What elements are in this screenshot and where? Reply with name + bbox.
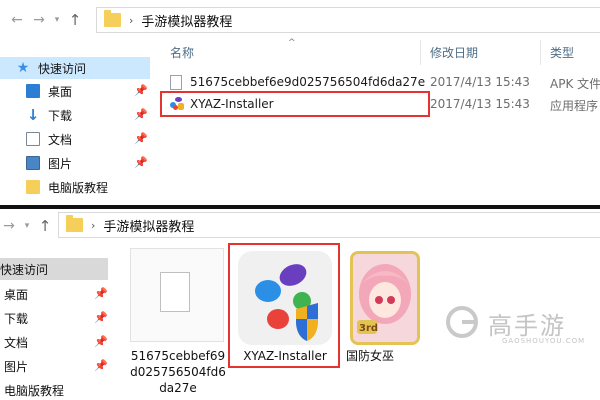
pin-icon[interactable]: 📌	[94, 287, 108, 300]
pin-icon[interactable]: 📌	[94, 335, 108, 348]
sidebar-item-desktop[interactable]: 桌面	[4, 283, 28, 305]
top-address-bar: ← → ▾ ↑ › 手游模拟器教程	[0, 0, 600, 40]
sidebar-item-label: 快速访问	[38, 61, 87, 76]
sidebar-item-label: 图片	[4, 359, 29, 374]
sidebar-item-label: 桌面	[4, 287, 29, 302]
document-icon	[26, 132, 40, 146]
pin-icon[interactable]: 📌	[134, 156, 148, 169]
column-divider[interactable]	[540, 40, 541, 65]
sidebar-item-pc-tutorial[interactable]: 电脑版教程	[26, 176, 108, 198]
bottom-address-bar: → ▾ ↑ › 手游模拟器教程	[0, 209, 600, 243]
sidebar-item-label: 下载	[48, 108, 73, 123]
game-app-icon[interactable]: 3rd	[350, 251, 420, 345]
sidebar-item-label: 桌面	[48, 84, 73, 99]
sidebar-item-label: 图片	[48, 156, 73, 171]
breadcrumb[interactable]: 手游模拟器教程	[141, 11, 232, 30]
column-divider[interactable]	[420, 40, 421, 65]
up-arrow-icon[interactable]: ↑	[34, 215, 56, 237]
highlight-box	[228, 243, 340, 368]
folder-icon	[104, 10, 121, 27]
sidebar-item-pc-tutorial[interactable]: 电脑版教程	[4, 379, 64, 400]
address-field[interactable]: › 手游模拟器教程	[96, 7, 600, 33]
breadcrumb[interactable]: 手游模拟器教程	[103, 216, 194, 235]
watermark-url: GAOSHOUYOU.COM	[502, 337, 586, 345]
forward-arrow-icon[interactable]: →	[28, 9, 50, 31]
tile-caption[interactable]: 51675cebbef69d025756504fd6da27e	[128, 348, 228, 396]
breadcrumb-separator-icon: ›	[91, 218, 96, 232]
sidebar-item-label: 电脑版教程	[48, 180, 109, 195]
watermark-brand: 高手游	[488, 312, 566, 340]
file-icon	[170, 74, 182, 90]
folder-icon	[26, 180, 40, 194]
sidebar-item-pictures[interactable]: 图片	[26, 152, 72, 174]
column-header-name[interactable]: 名称	[170, 44, 194, 61]
recent-locations-icon[interactable]: ▾	[20, 215, 34, 237]
sidebar-item-downloads[interactable]: 下载	[4, 307, 28, 329]
file-type: APK 文件	[550, 77, 600, 91]
sidebar-item-label: 文档	[4, 335, 29, 350]
up-arrow-icon[interactable]: ↑	[64, 9, 86, 31]
blank-file-icon	[160, 272, 190, 312]
pin-icon[interactable]: 📌	[94, 359, 108, 372]
file-type: 应用程序	[550, 99, 599, 113]
anime-character-icon: 3rd	[353, 254, 417, 342]
file-date: 2017/4/13 15:43	[430, 75, 530, 89]
watermark: 高手游 GAOSHOUYOU.COM	[440, 300, 600, 350]
forward-arrow-icon[interactable]: →	[0, 215, 20, 237]
column-header-date[interactable]: 修改日期	[430, 44, 478, 61]
column-header-type[interactable]: 类型	[550, 44, 574, 61]
desktop-icon	[26, 84, 40, 98]
breadcrumb-separator-icon: ›	[129, 13, 134, 27]
sidebar-item-label: 电脑版教程	[4, 383, 65, 398]
sidebar-item-label: 下载	[4, 311, 29, 326]
sidebar-item-documents[interactable]: 文档	[4, 331, 28, 353]
sidebar-item-label: 文档	[48, 132, 73, 147]
sidebar-item-desktop[interactable]: 桌面	[26, 80, 72, 102]
address-field[interactable]: › 手游模拟器教程	[58, 212, 600, 238]
file-date: 2017/4/13 15:43	[430, 97, 530, 111]
sidebar-item-quick-access[interactable]: 快速访问	[0, 258, 108, 280]
sidebar-item-label: 快速访问	[0, 262, 49, 277]
picture-icon	[26, 156, 40, 170]
pin-icon[interactable]: 📌	[134, 84, 148, 97]
sidebar-item-documents[interactable]: 文档	[26, 128, 72, 150]
sort-ascending-icon: ^	[288, 38, 296, 48]
svg-text:3rd: 3rd	[359, 323, 378, 334]
file-row[interactable]: 51675cebbef6e9d025756504fd6da27e	[170, 72, 425, 92]
recent-locations-icon[interactable]: ▾	[50, 9, 64, 31]
sidebar-item-pictures[interactable]: 图片	[4, 355, 28, 377]
star-icon: ★	[16, 60, 30, 76]
back-arrow-icon[interactable]: ←	[6, 9, 28, 31]
pin-icon[interactable]: 📌	[134, 108, 148, 121]
file-name: 51675cebbef6e9d025756504fd6da27e	[190, 75, 426, 89]
highlight-box	[160, 91, 430, 117]
pin-icon[interactable]: 📌	[134, 132, 148, 145]
pin-icon[interactable]: 📌	[94, 311, 108, 324]
sidebar-item-quick-access[interactable]: ★ 快速访问	[0, 57, 150, 79]
tile-caption[interactable]: 国防女巫	[346, 348, 406, 364]
top-explorer-window: ← → ▾ ↑ › 手游模拟器教程 ★ 快速访问 桌面 📌 ↓ 下载 📌 文档 …	[0, 0, 600, 205]
download-icon: ↓	[26, 106, 40, 124]
sidebar-item-downloads[interactable]: ↓ 下载	[26, 104, 72, 126]
folder-icon	[66, 215, 83, 232]
